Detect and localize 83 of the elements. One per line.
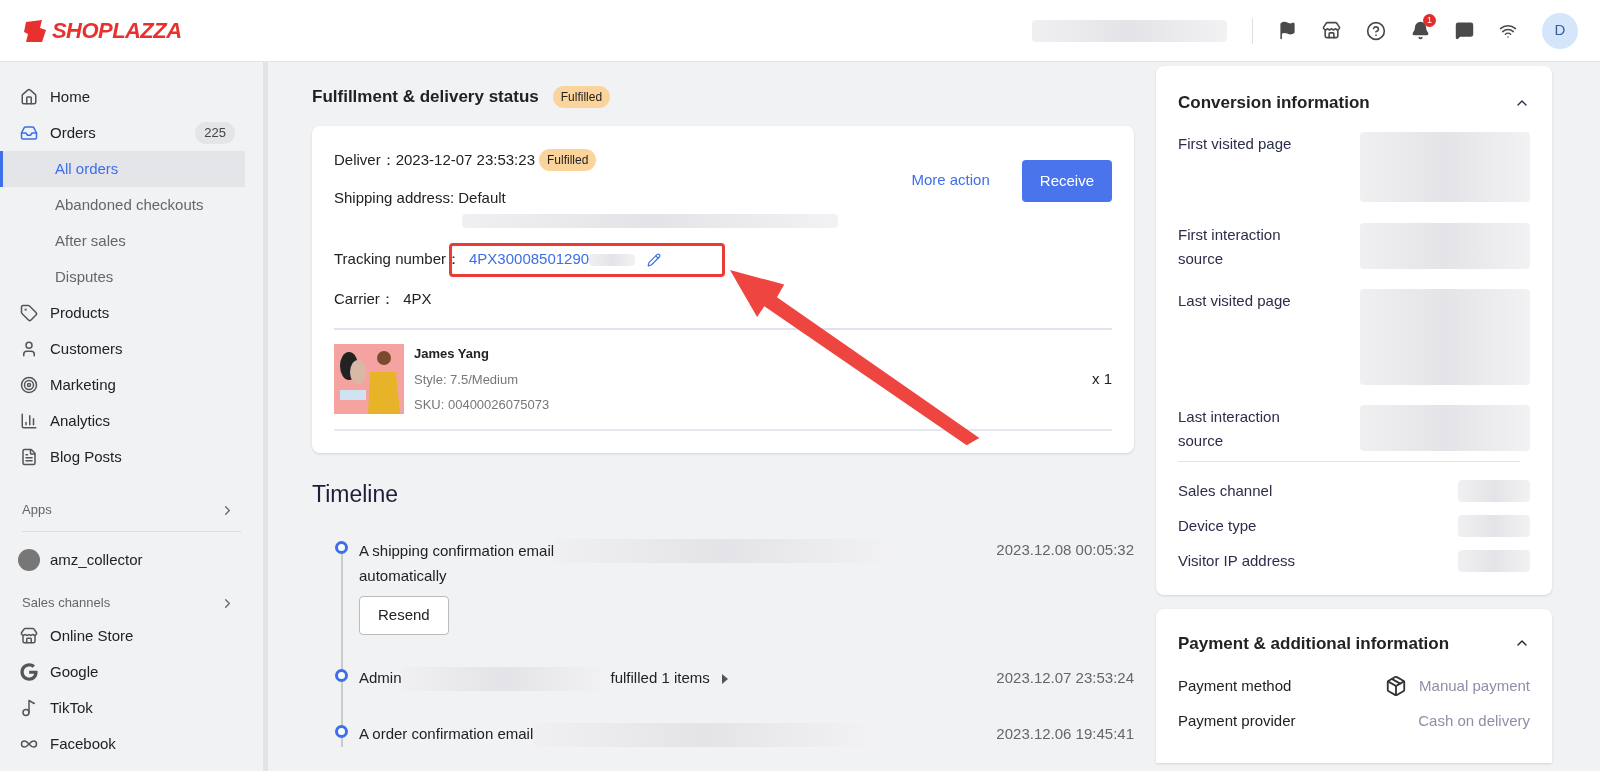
redacted-block [1458,550,1530,572]
product-style: Style: 7.5/Medium [414,370,520,389]
carrier: Carrier： 4PX [334,288,433,309]
info-label: Device type [1178,515,1257,536]
sidebar-item[interactable]: amz_collector [0,540,263,580]
info-value: Manual payment [1419,675,1530,696]
deliver-label: Deliver： [334,149,396,170]
store-icon [20,627,38,645]
count-badge: 225 [195,122,235,144]
receive-button[interactable]: Receive [1021,160,1112,202]
sidebar-item[interactable]: TikTok [0,690,263,726]
info-label: Visitor IP address [1178,550,1295,571]
sidebar-subitem[interactable]: After sales [0,223,245,259]
timeline-text: A shipping confirmation email [359,540,555,561]
product-sku: SKU: 00400026075073 [414,396,550,414]
section-heading: Apps [22,501,52,520]
sidebar-item[interactable]: Google [0,654,263,690]
section-title: Fulfillment & delivery status [312,86,539,109]
sidebar-item[interactable]: Analytics [8,403,255,439]
timeline-text: A order confirmation email [359,724,534,745]
redacted-block [1458,515,1530,537]
info-label: First interaction source [1178,224,1282,269]
timeline-time: 2023.12.07 23:53:24 [996,667,1134,688]
timeline-text: fulfilled 1 items [610,668,710,689]
info-label: Last visited page [1178,290,1292,311]
timeline-time: 2023.12.06 19:45:41 [996,723,1134,744]
bell-icon[interactable] [1411,21,1430,40]
inbox-icon [20,124,38,142]
logo: SHOPLAZZA [52,17,182,45]
section-heading: Sales channels [22,594,111,613]
sidebar-item[interactable]: Blog Posts [8,439,255,475]
status-badge: Fulfilled [552,86,611,108]
logo-icon [22,17,48,44]
chat-icon[interactable] [1455,21,1474,40]
redacted-block [589,253,636,266]
app-icon [18,549,40,571]
store-icon[interactable] [1322,21,1341,40]
shipping-address: Shipping address: Default [334,188,507,208]
resend-button[interactable]: Resend [359,595,449,635]
person-icon [20,340,38,358]
card-title: Conversion information [1178,92,1370,114]
bar-chart-icon [20,412,38,430]
sidebar-subitem[interactable]: Abandoned checkouts [0,187,245,223]
timeline-time: 2023.12.08 00:05:32 [996,540,1134,560]
timeline-title: Timeline [312,479,400,509]
sidebar-subitem[interactable]: Disputes [0,259,245,295]
sidebar-item[interactable]: Facebook [0,726,263,762]
timeline-text: automatically [359,566,448,586]
status-badge: Fulfilled [539,149,597,171]
more-action-link[interactable]: More action [911,169,990,192]
sidebar-item[interactable]: Customers [8,331,255,367]
timeline-text: Admin [359,668,402,689]
flag-icon[interactable] [1278,21,1297,40]
redacted-block [1458,480,1530,502]
sidebar-item[interactable]: Online Store [0,618,263,654]
sidebar-item[interactable]: Home [8,79,255,115]
tag-icon [20,304,38,322]
tracking-number-link[interactable]: 4PX30008501290 [469,248,590,271]
home-icon [20,88,38,106]
info-label: First visited page [1178,133,1293,154]
product-name: James Yang [414,345,490,363]
info-label: Payment method [1178,675,1292,696]
help-icon[interactable] [1366,20,1386,41]
card-title: Payment & additional information [1178,632,1450,655]
music-note-icon [20,699,38,717]
sidebar-subitem[interactable]: All orders [0,151,245,187]
sidebar-item[interactable]: Marketing [8,367,255,403]
deliver-date: 2023-12-07 23:53:23 [395,149,535,170]
target-icon [20,376,38,394]
info-value: Cash on delivery [1418,710,1530,731]
sidebar-item[interactable]: Products [8,295,255,331]
info-label: Last interaction source [1178,406,1281,451]
sidebar-item[interactable]: Orders 225 [8,115,255,151]
quantity: x 1 [1092,369,1112,389]
notification-badge: 1 [1423,14,1436,27]
info-label: Payment provider [1178,710,1296,731]
avatar[interactable]: D [1542,12,1578,49]
caret-icon[interactable] [721,673,728,684]
edit-icon[interactable] [647,252,662,267]
google-icon [20,663,38,681]
document-icon [20,448,38,466]
info-label: Sales channel [1178,480,1273,501]
tracking-label: Tracking number： [334,249,461,270]
